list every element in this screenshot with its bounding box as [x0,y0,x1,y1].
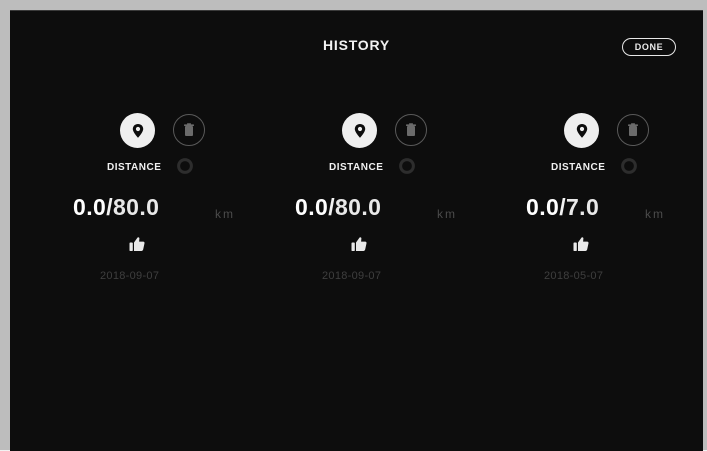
metric-label: DISTANCE [551,162,606,173]
location-pin-icon[interactable] [120,113,155,148]
history-card: DISTANCE 0.0/7.0 km 2018-05-07 [514,113,707,293]
current-distance: 0.0 [526,194,560,220]
target-distance: 7.0 [565,194,600,220]
distance-unit: km [215,207,235,221]
trash-icon[interactable] [173,114,205,146]
distance-value: 0.0/80.0 [73,194,159,221]
thumbs-up-icon [350,235,368,253]
metric-label: DISTANCE [107,162,162,173]
trash-icon[interactable] [395,114,427,146]
target-distance: 80.0 [334,194,382,220]
current-distance: 0.0 [295,194,329,220]
trash-icon[interactable] [617,114,649,146]
distance-unit: km [645,207,665,221]
distance-unit: km [437,207,457,221]
done-button[interactable]: DONE [622,38,676,56]
value-separator: / [559,194,566,220]
device-frame: HISTORY DONE DISTANCE 0.0/80.0 km 2018-0… [0,0,707,451]
history-date: 2018-09-07 [322,270,382,282]
value-separator: / [328,194,335,220]
current-distance: 0.0 [73,194,107,220]
thumbs-up-icon [128,235,146,253]
location-pin-icon[interactable] [564,113,599,148]
target-distance: 80.0 [112,194,160,220]
page-title: HISTORY [322,37,391,53]
history-screen: HISTORY DONE DISTANCE 0.0/80.0 km 2018-0… [10,10,703,451]
distance-value: 0.0/7.0 [526,194,599,221]
metric-label: DISTANCE [329,162,384,173]
status-icon [620,157,638,175]
history-card: DISTANCE 0.0/80.0 km 2018-09-07 [292,113,512,293]
status-icon [398,157,416,175]
value-separator: / [106,194,113,220]
history-date: 2018-05-07 [544,270,604,282]
history-date: 2018-09-07 [100,270,160,282]
history-card: DISTANCE 0.0/80.0 km 2018-09-07 [70,113,290,293]
status-icon [176,157,194,175]
location-pin-icon[interactable] [342,113,377,148]
thumbs-up-icon [572,235,590,253]
distance-value: 0.0/80.0 [295,194,381,221]
